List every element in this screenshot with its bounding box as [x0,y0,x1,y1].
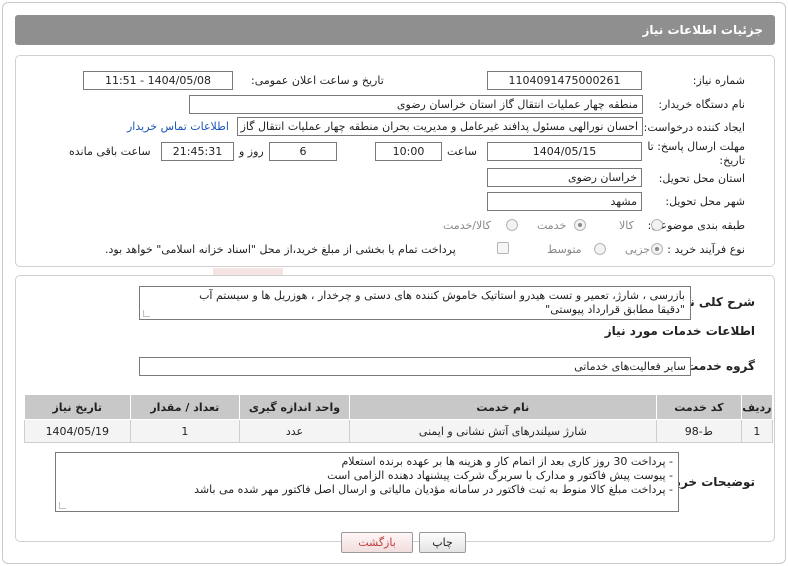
treasury-payment-note: پرداخت تمام یا بخشی از مبلغ خرید،از محل … [105,243,456,256]
category-radio-service[interactable] [574,219,586,231]
days-label: روز و [239,145,264,158]
category-radio-goods[interactable] [651,219,663,231]
announce-field[interactable]: 1404/05/08 - 11:51 [83,71,233,90]
announce-label: تاریخ و ساعت اعلان عمومی: [251,74,384,87]
services-table: ردیف کد خدمت نام خدمت واحد اندازه گیری ت… [24,394,774,443]
summary-textarea[interactable]: بازرسی ، شارژ، تعمیر و تست هیدرو استاتیک… [139,286,691,320]
deadline-time-label: ساعت [447,145,477,158]
deadline-label-date: تاریخ: [719,154,745,167]
col-code: کد خدمت [655,394,742,420]
table-row: 1 ط-98 شارژ سیلندرهای آتش نشانی و ایمنی … [24,419,774,443]
cell-code: ط-98 [655,419,742,443]
cell-date: 1404/05/19 [24,419,131,443]
service-group-field[interactable]: سایر فعالیت‌های خدماتی [139,357,691,376]
resize-handle-icon[interactable] [59,502,66,509]
page-frame: جزئیات اطلاعات نیاز AriaTender.neT شماره… [2,2,786,564]
need-number-field[interactable]: 1104091475000261 [487,71,642,90]
summary-line-2: "دقیقا مطابق قرارداد پیوستی" [545,303,685,316]
resize-handle-icon[interactable] [143,310,150,317]
deadline-label: مهلت ارسال پاسخ: تا [647,140,745,153]
cell-qty: 1 [129,419,241,443]
city-label: شهر محل تحویل: [665,195,745,208]
category-radio-goods-service[interactable] [506,219,518,231]
summary-line-1: بازرسی ، شارژ، تعمیر و تست هیدرو استاتیک… [199,289,685,302]
table-header-row: ردیف کد خدمت نام خدمت واحد اندازه گیری ت… [24,394,774,420]
service-group-label: گروه خدمت: [681,359,755,373]
category-option-goods-service: کالا/خدمت [443,219,491,232]
category-option-goods: کالا [619,219,634,232]
services-section-title: اطلاعات خدمات مورد نیاز [604,324,755,338]
col-unit: واحد اندازه گیری [239,394,350,420]
buyer-note-line-1: - پرداخت 30 روز کاری بعد از اتمام کار و … [341,455,673,468]
buyer-notes-textarea[interactable]: - پرداخت 30 روز کاری بعد از اتمام کار و … [55,452,679,512]
days-field[interactable]: 6 [269,142,337,161]
process-option-minor: جزیی [625,243,651,256]
deadline-date-field[interactable]: 1404/05/15 [487,142,642,161]
category-option-service: خدمت [537,219,567,232]
process-radio-medium[interactable] [594,243,606,255]
buyer-note-line-2: - پیوست پیش فاکتور و مدارک با سربرگ شرکت… [327,469,673,482]
creator-label: ایجاد کننده درخواست: [643,121,745,134]
cell-name: شارژ سیلندرهای آتش نشانی و ایمنی [348,419,657,443]
deadline-time-field[interactable]: 10:00 [375,142,442,161]
buyer-note-line-3: - پرداخت مبلغ کالا منوط به ثبت فاکتور در… [194,483,673,496]
buyer-field[interactable]: منطقه چهار عملیات انتقال گاز استان خراسا… [189,95,643,114]
col-qty: تعداد / مقدار [129,394,241,420]
col-date: تاریخ نیاز [24,394,131,420]
treasury-payment-checkbox[interactable] [497,242,509,254]
remaining-time-field[interactable]: 21:45:31 [161,142,234,161]
province-label: استان محل تحویل: [658,172,745,185]
page-title: جزئیات اطلاعات نیاز [15,15,775,45]
process-label: نوع فرآیند خرید : [667,243,745,256]
col-name: نام خدمت [348,394,657,420]
process-option-medium: متوسط [547,243,582,256]
province-field[interactable]: خراسان رضوی [487,168,642,187]
creator-field[interactable]: احسان نورالهی مسئول پدافند غیرعامل و مدی… [237,117,643,136]
city-field[interactable]: مشهد [487,192,642,211]
buyer-contact-link[interactable]: اطلاعات تماس خریدار [127,120,229,133]
back-button[interactable]: بازگشت [341,532,413,553]
cell-unit: عدد [239,419,350,443]
buyer-label: نام دستگاه خریدار: [658,98,745,111]
need-number-label: شماره نیاز: [692,74,745,87]
remaining-label: ساعت باقی مانده [69,145,151,158]
cell-row: 1 [740,419,774,443]
print-button[interactable]: چاپ [419,532,466,553]
process-radio-minor[interactable] [651,243,663,255]
col-row: ردیف [740,394,774,420]
